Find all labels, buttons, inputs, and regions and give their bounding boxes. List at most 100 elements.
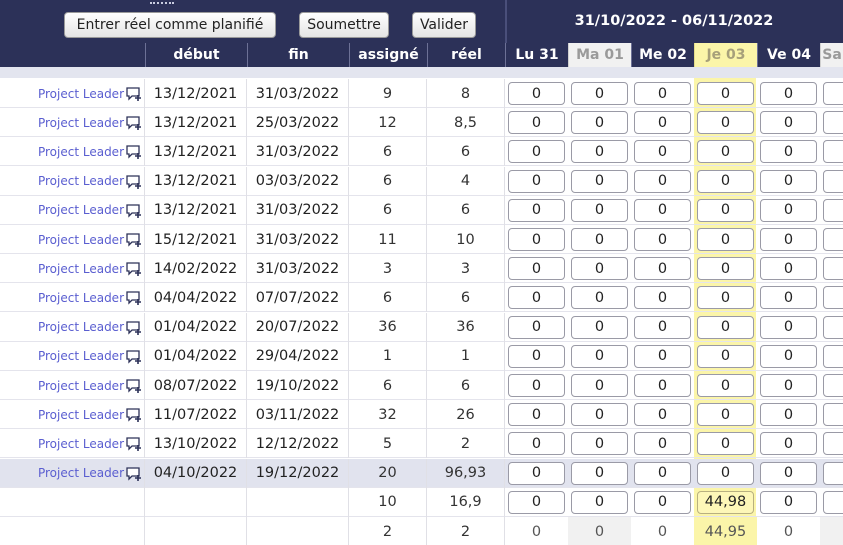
header-start[interactable]: début <box>145 43 247 67</box>
day-hours-input[interactable]: 0 <box>697 403 754 427</box>
role-label[interactable]: Project Leader <box>38 408 124 422</box>
day-hours-input[interactable]: 0 <box>697 315 754 339</box>
day-hours-input-partial[interactable] <box>823 257 843 281</box>
day-hours-input[interactable]: 0 <box>571 374 628 397</box>
day-hours-input[interactable]: 0 <box>760 432 817 456</box>
day-hours-input[interactable]: 0 <box>697 82 754 105</box>
day-hours-input[interactable]: 0 <box>760 257 817 281</box>
role-link[interactable]: Project Leader <box>0 400 145 430</box>
day-hours-input[interactable]: 0 <box>571 432 628 456</box>
role-label[interactable]: Project Leader <box>38 349 124 363</box>
role-label[interactable]: Project Leader <box>38 379 124 393</box>
day-hours-input[interactable]: 0 <box>760 315 817 339</box>
day-hours-input[interactable]: 0 <box>508 140 565 164</box>
day-hours-input-partial[interactable] <box>823 228 843 251</box>
day-hours-input-partial[interactable] <box>823 315 843 339</box>
day-hours-input[interactable]: 0 <box>571 82 628 105</box>
day-hours-input[interactable]: 0 <box>508 111 565 135</box>
day-hours-input[interactable]: 0 <box>634 432 691 456</box>
day-hours-input-partial[interactable] <box>823 344 843 368</box>
role-link[interactable]: Project Leader <box>0 195 145 225</box>
role-link[interactable]: Project Leader <box>0 283 145 313</box>
day-hours-input[interactable]: 0 <box>571 198 628 222</box>
day-hours-input[interactable]: 0 <box>760 198 817 222</box>
role-label[interactable]: Project Leader <box>38 145 124 159</box>
day-hours-input-partial[interactable] <box>823 374 843 397</box>
day-hours-input-partial[interactable] <box>823 198 843 222</box>
day-hours-input[interactable]: 0 <box>634 403 691 427</box>
add-comment-icon[interactable] <box>126 437 142 452</box>
add-comment-icon[interactable] <box>126 291 142 306</box>
day-hours-input[interactable]: 0 <box>571 490 628 514</box>
day-hours-input[interactable]: 0 <box>508 403 565 427</box>
day-hours-input[interactable]: 0 <box>571 286 628 310</box>
day-hours-input[interactable]: 0 <box>697 461 754 485</box>
add-comment-icon[interactable] <box>126 408 142 423</box>
role-label[interactable]: Project Leader <box>38 262 124 276</box>
add-comment-icon[interactable] <box>126 87 142 101</box>
role-label[interactable]: Project Leader <box>38 203 124 217</box>
day-hours-input[interactable]: 0 <box>508 169 565 193</box>
day-hours-input-partial[interactable] <box>823 169 843 193</box>
day-hours-input[interactable]: 0 <box>634 140 691 164</box>
header-assigned[interactable]: assigné <box>349 43 427 67</box>
add-comment-icon[interactable] <box>126 262 142 277</box>
role-label[interactable]: Project Leader <box>38 291 124 305</box>
role-label[interactable]: Project Leader <box>38 437 124 451</box>
role-label[interactable]: Project Leader <box>38 466 124 480</box>
day-hours-input-partial[interactable] <box>823 403 843 427</box>
day-hours-input[interactable]: 0 <box>508 257 565 281</box>
day-hours-input[interactable]: 0 <box>697 140 754 164</box>
day-hours-input[interactable]: 0 <box>697 374 754 397</box>
role-label[interactable]: Project Leader <box>38 233 124 247</box>
role-link[interactable]: Project Leader <box>0 137 145 167</box>
role-link[interactable]: Project Leader <box>0 458 145 488</box>
day-hours-input[interactable]: 0 <box>508 315 565 339</box>
day-hours-input[interactable]: 0 <box>697 432 754 456</box>
day-hours-input-partial[interactable] <box>823 461 843 485</box>
day-hours-input[interactable]: 0 <box>571 111 628 135</box>
day-hours-input-partial[interactable] <box>823 490 843 514</box>
day-hours-input[interactable]: 0 <box>760 286 817 310</box>
day-hours-input[interactable]: 0 <box>697 228 754 251</box>
role-link[interactable]: Project Leader <box>0 341 145 371</box>
day-hours-input[interactable]: 0 <box>571 140 628 164</box>
role-link[interactable]: Project Leader <box>0 429 145 459</box>
resize-grip-icon[interactable] <box>150 2 174 5</box>
day-hours-input[interactable]: 0 <box>697 198 754 222</box>
header-end[interactable]: fin <box>247 43 349 67</box>
day-hours-input[interactable]: 0 <box>508 82 565 105</box>
role-link[interactable]: Project Leader <box>0 166 145 196</box>
add-comment-icon[interactable] <box>126 174 142 189</box>
role-label[interactable]: Project Leader <box>38 87 124 101</box>
day-hours-input[interactable]: 0 <box>508 344 565 368</box>
day-hours-input[interactable]: 0 <box>571 257 628 281</box>
day-hours-input[interactable]: 0 <box>760 461 817 485</box>
role-link[interactable]: Project Leader <box>0 225 145 254</box>
role-label[interactable]: Project Leader <box>38 174 124 188</box>
day-hours-input[interactable]: 0 <box>571 228 628 251</box>
add-comment-icon[interactable] <box>126 145 142 160</box>
add-comment-icon[interactable] <box>126 350 142 364</box>
day-hours-input[interactable]: 44,98 <box>697 490 754 514</box>
day-hours-input[interactable]: 0 <box>697 111 754 135</box>
day-hours-input[interactable]: 0 <box>634 111 691 135</box>
role-label[interactable]: Project Leader <box>38 320 124 334</box>
day-hours-input[interactable]: 0 <box>760 374 817 397</box>
day-hours-input[interactable]: 0 <box>634 169 691 193</box>
add-comment-icon[interactable] <box>126 233 142 247</box>
day-hours-input-partial[interactable] <box>823 432 843 456</box>
day-hours-input[interactable]: 0 <box>508 461 565 485</box>
day-hours-input-partial[interactable] <box>823 111 843 135</box>
day-hours-input[interactable]: 0 <box>634 344 691 368</box>
day-hours-input[interactable]: 0 <box>634 82 691 105</box>
role-link[interactable]: Project Leader <box>0 371 145 400</box>
add-comment-icon[interactable] <box>126 116 142 131</box>
role-link[interactable]: Project Leader <box>0 312 145 342</box>
day-hours-input[interactable]: 0 <box>571 315 628 339</box>
day-hours-input[interactable]: 0 <box>634 198 691 222</box>
day-hours-input[interactable]: 0 <box>760 169 817 193</box>
day-hours-input[interactable]: 0 <box>760 344 817 368</box>
day-hours-input[interactable]: 0 <box>571 169 628 193</box>
add-comment-icon[interactable] <box>126 204 142 218</box>
